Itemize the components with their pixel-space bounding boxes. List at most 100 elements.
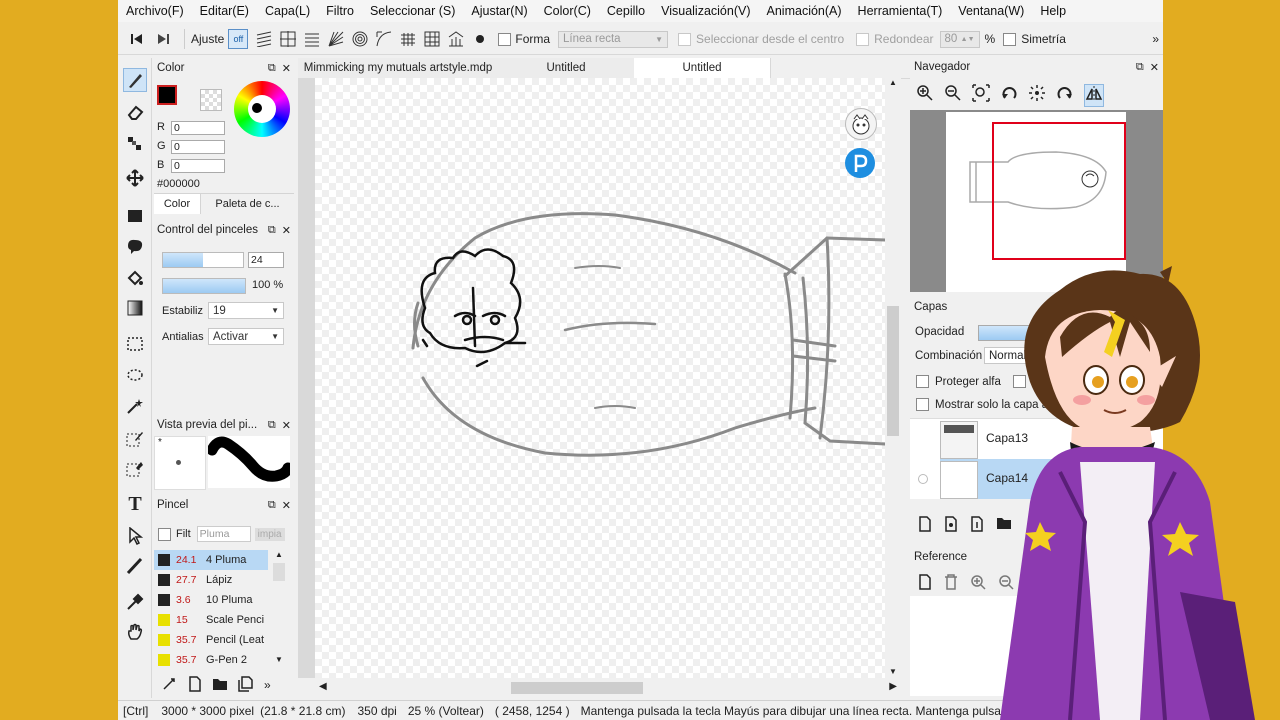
protect-alpha-checkbox[interactable]	[916, 375, 929, 388]
transparent-color-swatch[interactable]	[200, 89, 222, 111]
eyedropper-tool-icon[interactable]	[123, 590, 147, 614]
redo-icon[interactable]	[150, 33, 176, 45]
gradient-tool-icon[interactable]	[123, 296, 147, 320]
close-icon[interactable]: ✕	[1150, 61, 1159, 74]
select-eraser-tool-icon[interactable]	[123, 456, 147, 480]
new-brush-icon[interactable]	[188, 675, 202, 695]
layer-visibility-icon[interactable]	[918, 474, 928, 484]
brush-list-item[interactable]: 35.7 G-Pen 2	[154, 650, 268, 668]
navigator-viewport-frame[interactable]	[992, 122, 1126, 260]
brush-list-scrollbar[interactable]: ▲ ▼	[272, 550, 286, 664]
b-field[interactable]: 0	[171, 159, 225, 173]
zoom-out-icon[interactable]	[944, 84, 962, 107]
brush-size-field[interactable]: 24	[248, 252, 284, 268]
divide-tool-icon[interactable]	[123, 554, 147, 578]
menu-visualizacion[interactable]: Visualización(V)	[653, 4, 758, 18]
foreground-color-swatch[interactable]	[157, 85, 177, 105]
reference-zoom-in-icon[interactable]	[970, 574, 986, 593]
flip-horizontal-icon[interactable]	[1084, 84, 1104, 107]
color-wheel[interactable]	[234, 81, 290, 137]
new-1bit-layer-icon[interactable]	[970, 516, 984, 535]
menu-editar[interactable]: Editar(E)	[192, 4, 257, 18]
parallel-lines-snap-icon[interactable]	[252, 31, 276, 47]
tab-document-1[interactable]: Mimmicking my mutuals artstyle.mdp	[298, 58, 499, 78]
reference-delete-icon[interactable]	[944, 574, 958, 593]
rotate-reset-icon[interactable]	[1028, 84, 1046, 107]
lasso-select-tool-icon[interactable]	[123, 364, 147, 388]
tab-document-2[interactable]: Untitled	[498, 58, 635, 78]
new-layer-icon[interactable]	[918, 516, 932, 535]
undock-icon[interactable]: ⧉	[268, 224, 276, 237]
scroll-left-icon[interactable]: ◀	[319, 681, 327, 692]
bucket-tool-icon[interactable]	[123, 266, 147, 290]
horizontal-scroll-thumb[interactable]	[511, 682, 643, 694]
grid-cross-snap-icon[interactable]	[276, 31, 300, 47]
vanishing-snap-icon[interactable]	[444, 31, 468, 47]
undo-icon[interactable]	[124, 33, 150, 45]
show-only-layer-checkbox[interactable]	[916, 398, 929, 411]
forma-select[interactable]: Línea recta ▼	[558, 30, 669, 48]
vertical-scrollbar[interactable]: ▲ ▼	[885, 78, 901, 678]
close-icon[interactable]: ✕	[282, 499, 291, 512]
scroll-right-icon[interactable]: ▶	[889, 681, 897, 692]
rect-select-tool-icon[interactable]	[123, 332, 147, 356]
menu-animacion[interactable]: Animación(A)	[759, 4, 850, 18]
close-icon[interactable]: ✕	[282, 224, 291, 237]
menu-seleccionar[interactable]: Seleccionar (S)	[362, 4, 463, 18]
brush-list-item[interactable]: 24.1 4 Pluma	[154, 550, 268, 570]
menu-herramienta[interactable]: Herramienta(T)	[850, 4, 951, 18]
horizontal-lines-snap-icon[interactable]	[300, 31, 324, 47]
ajuste-off-button[interactable]: off	[228, 29, 249, 49]
more-icon[interactable]: »	[264, 678, 271, 692]
brush-list-item[interactable]: 3.6 10 Pluma	[154, 590, 268, 610]
brush-filter-input[interactable]: Pluma	[196, 526, 251, 542]
brush-filter-checkbox[interactable]	[158, 527, 171, 541]
vertical-scroll-thumb[interactable]	[887, 306, 899, 436]
brush-filter-clear-button[interactable]: impia	[254, 527, 285, 541]
menu-help[interactable]: Help	[1032, 4, 1074, 18]
select-pen-tool-icon[interactable]	[123, 426, 147, 450]
tab-color[interactable]: Color	[154, 194, 201, 214]
zoom-fit-icon[interactable]	[972, 84, 990, 107]
magic-wand-tool-icon[interactable]	[123, 394, 147, 418]
stabiliz-select[interactable]: 19 ▼	[208, 302, 284, 319]
select-from-center-checkbox[interactable]	[678, 32, 692, 46]
forma-checkbox[interactable]	[498, 32, 512, 46]
folder-icon[interactable]	[212, 677, 228, 694]
tab-palette[interactable]: Paleta de c...	[201, 194, 294, 214]
scroll-up-icon[interactable]: ▲	[885, 78, 901, 87]
brush-list-item[interactable]: 35.7 Pencil (Leat	[154, 630, 268, 650]
radial-lines-snap-icon[interactable]	[324, 31, 348, 47]
reference-new-icon[interactable]	[918, 574, 932, 593]
perspective-snap-icon[interactable]	[396, 31, 420, 47]
menu-color[interactable]: Color(C)	[536, 4, 599, 18]
tab-document-3[interactable]: Untitled	[634, 58, 771, 78]
redondear-stepper[interactable]: 80 ▲▼	[939, 30, 980, 48]
close-icon[interactable]: ✕	[282, 419, 291, 432]
menu-cepillo[interactable]: Cepillo	[599, 4, 653, 18]
undock-icon[interactable]: ⧉	[268, 62, 276, 75]
brush-tool-icon[interactable]	[123, 68, 147, 92]
drawing-canvas[interactable]	[315, 78, 885, 678]
redondear-checkbox[interactable]	[856, 32, 870, 46]
simetria-checkbox[interactable]	[1003, 32, 1017, 46]
new-halftone-layer-icon[interactable]	[944, 516, 958, 535]
brush-size-slider[interactable]	[162, 252, 244, 268]
g-field[interactable]: 0	[171, 140, 225, 154]
menu-archivo[interactable]: Archivo(F)	[118, 4, 192, 18]
hex-value[interactable]: #000000	[157, 178, 200, 190]
rotate-right-icon[interactable]	[1056, 84, 1074, 107]
operation-tool-icon[interactable]	[123, 524, 147, 548]
close-icon[interactable]: ✕	[282, 62, 291, 75]
brush-list-item[interactable]: 15 Scale Penci	[154, 610, 268, 630]
antialias-select[interactable]: Activar ▼	[208, 328, 284, 345]
brush-list-item[interactable]: 27.7 Lápiz	[154, 570, 268, 590]
toolbar-overflow-icon[interactable]: »	[1152, 32, 1159, 46]
text-tool-icon[interactable]: T	[123, 492, 147, 516]
brush-opacity-slider[interactable]	[162, 278, 246, 294]
menu-ajustar[interactable]: Ajustar(N)	[463, 4, 535, 18]
grid-snap-icon[interactable]	[420, 31, 444, 47]
pixiv-icon[interactable]	[845, 148, 875, 178]
concentric-circle-snap-icon[interactable]	[348, 31, 372, 47]
move-tool-icon[interactable]	[123, 166, 147, 190]
